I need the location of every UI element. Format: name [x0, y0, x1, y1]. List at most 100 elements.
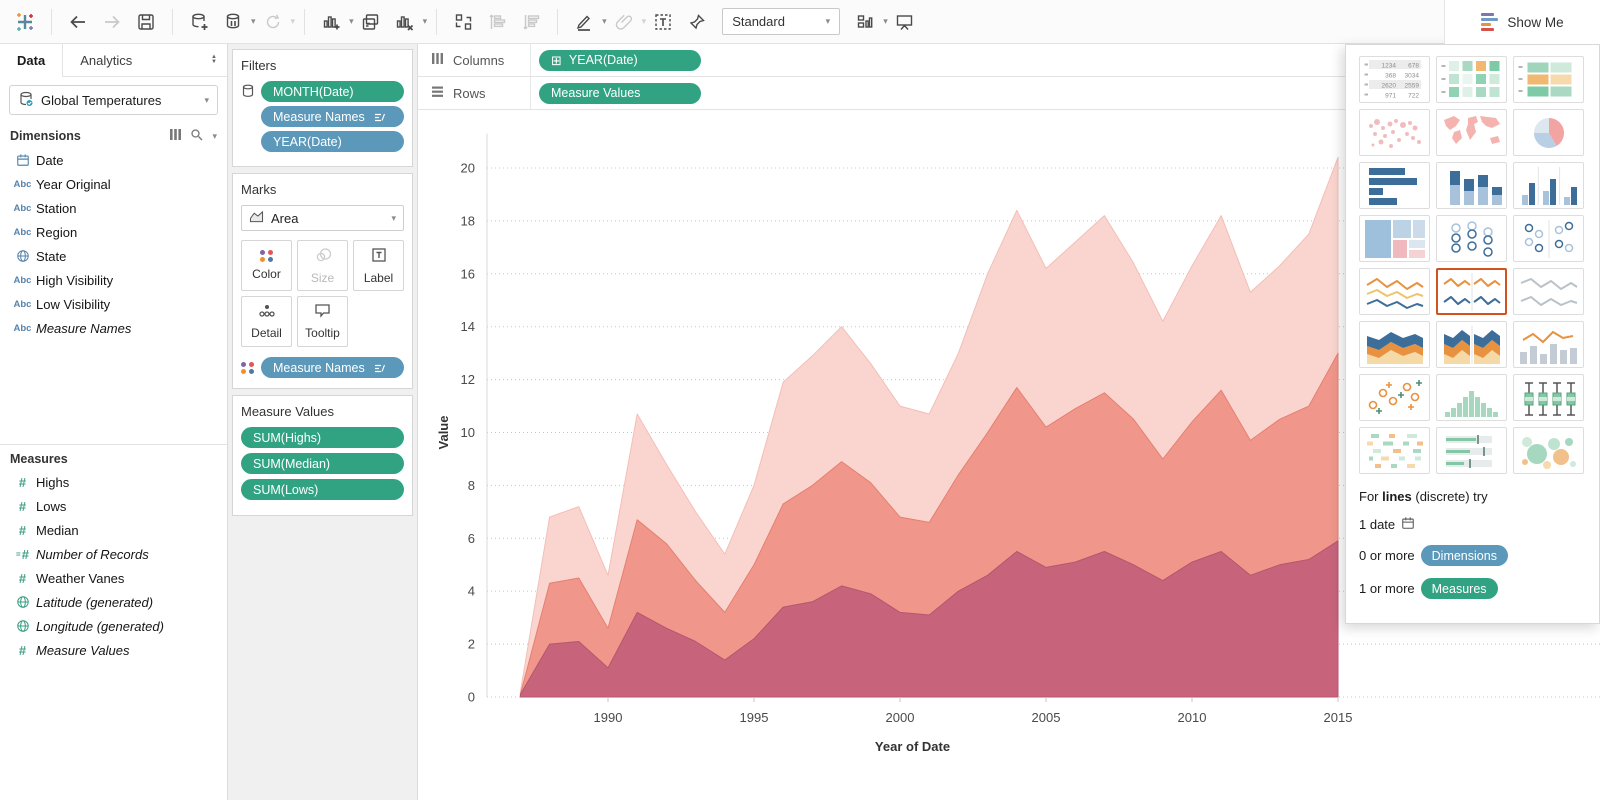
detail-button[interactable]: Detail	[241, 296, 292, 347]
show-mark-labels-button[interactable]	[648, 7, 678, 37]
pill-measure-values-rows[interactable]: Measure Values	[539, 83, 701, 104]
thumb-histogram[interactable]	[1436, 374, 1507, 421]
swap-rows-columns-button[interactable]	[448, 7, 478, 37]
pill-measure-names-color[interactable]: Measure Names	[261, 357, 404, 378]
run-update-button[interactable]	[258, 7, 288, 37]
run-update-caret[interactable]: ▾	[291, 16, 296, 27]
dimensions-menu-caret[interactable]: ▾	[212, 131, 217, 142]
thumb-area-continuous[interactable]	[1359, 321, 1430, 368]
pill-month-date[interactable]: MONTH(Date)	[261, 81, 404, 102]
pill-year-date-columns[interactable]: ⊞ YEAR(Date)	[539, 50, 701, 71]
fit-selector[interactable]: Standard ▾	[722, 8, 840, 35]
pill-sum-highs[interactable]: SUM(Highs)	[241, 427, 404, 448]
fix-axes-button[interactable]	[682, 7, 712, 37]
thumb-treemap[interactable]	[1359, 215, 1430, 262]
show-hide-cards-button[interactable]	[850, 7, 880, 37]
duplicate-sheet-button[interactable]	[356, 7, 386, 37]
field-low-visibility[interactable]: Abc Low Visibility	[0, 292, 227, 316]
color-button[interactable]: Color	[241, 240, 292, 291]
thumb-packed-bubbles[interactable]	[1513, 427, 1584, 474]
field-high-visibility[interactable]: Abc High Visibility	[0, 268, 227, 292]
svg-text:2559: 2559	[1404, 82, 1419, 89]
highlight-button[interactable]	[569, 7, 599, 37]
tableau-logo-icon[interactable]	[10, 7, 40, 37]
pane-splitter[interactable]	[0, 340, 227, 444]
datasource-selector[interactable]: Global Temperatures ▾	[9, 85, 218, 115]
thumb-horizontal-bars[interactable]	[1359, 162, 1430, 209]
save-button[interactable]	[131, 7, 161, 37]
thumb-filled-map[interactable]	[1436, 109, 1507, 156]
sort-ascending-button[interactable]	[482, 7, 512, 37]
field-lows[interactable]: # Lows	[0, 494, 227, 518]
thumb-box-and-whisker[interactable]	[1513, 374, 1584, 421]
redo-button[interactable]	[97, 7, 127, 37]
svg-text:1234: 1234	[1381, 62, 1396, 69]
mark-type-dropdown[interactable]: Area ▾	[241, 205, 404, 231]
field-weather-vanes[interactable]: # Weather Vanes	[0, 566, 227, 590]
field-latitude-generated[interactable]: Latitude (generated)	[0, 590, 227, 614]
pane-tabs: Data Analytics ▲▼	[0, 44, 227, 77]
thumb-pie-chart[interactable]	[1513, 109, 1584, 156]
pause-auto-updates-button[interactable]	[218, 7, 248, 37]
thumb-scatter-plot[interactable]	[1359, 374, 1430, 421]
new-data-source-button[interactable]	[184, 7, 214, 37]
field-measure-values[interactable]: # Measure Values	[0, 638, 227, 662]
thumb-lines-continuous[interactable]	[1359, 268, 1430, 315]
thumb-dual-combination[interactable]	[1513, 321, 1584, 368]
cards-column: Filters MONTH(Date) Measure Names YEAR(D…	[228, 44, 418, 800]
group-members-caret[interactable]: ▾	[642, 16, 647, 27]
label-button[interactable]: Label	[353, 240, 404, 291]
thumb-dual-lines[interactable]	[1513, 268, 1584, 315]
new-worksheet-caret[interactable]: ▾	[349, 16, 354, 27]
thumb-area-discrete[interactable]	[1436, 321, 1507, 368]
field-region[interactable]: Abc Region	[0, 220, 227, 244]
field-longitude-generated[interactable]: Longitude (generated)	[0, 614, 227, 638]
svg-text:3034: 3034	[1404, 72, 1419, 79]
view-as-grid-icon[interactable]	[169, 128, 182, 144]
clear-sheet-caret[interactable]: ▾	[423, 16, 428, 27]
field-year-original[interactable]: Abc Year Original	[0, 172, 227, 196]
field-station[interactable]: Abc Station	[0, 196, 227, 220]
size-button[interactable]: Size	[297, 240, 348, 291]
pill-measure-names-filter[interactable]: Measure Names	[261, 106, 404, 127]
show-me-button[interactable]: Show Me	[1444, 0, 1600, 44]
thumb-side-by-side-bars[interactable]	[1513, 162, 1584, 209]
clear-sheet-button[interactable]	[390, 7, 420, 37]
thumb-heat-map[interactable]	[1513, 56, 1584, 103]
new-worksheet-button[interactable]	[316, 7, 346, 37]
field-highs[interactable]: # Highs	[0, 470, 227, 494]
show-hide-cards-caret[interactable]: ▾	[883, 16, 888, 27]
thumb-circle-views[interactable]	[1436, 215, 1507, 262]
expand-plus-icon[interactable]: ⊞	[551, 54, 562, 67]
hash-icon: #	[9, 523, 36, 538]
thumb-lines-discrete[interactable]	[1436, 268, 1507, 315]
thumb-text-table[interactable]: 1234678368303426202559971722	[1359, 56, 1430, 103]
find-field-icon[interactable]	[190, 128, 203, 144]
thumb-stacked-bars[interactable]	[1436, 162, 1507, 209]
sort-descending-button[interactable]	[516, 7, 546, 37]
pill-year-date-filter[interactable]: YEAR(Date)	[261, 131, 404, 152]
undo-button[interactable]	[63, 7, 93, 37]
field-state[interactable]: State	[0, 244, 227, 268]
pill-sum-lows[interactable]: SUM(Lows)	[241, 479, 404, 500]
tab-data[interactable]: Data	[0, 44, 63, 77]
thumb-bullet-graph[interactable]	[1436, 427, 1507, 474]
pill-sum-median[interactable]: SUM(Median)	[241, 453, 404, 474]
pause-auto-updates-caret[interactable]: ▾	[251, 16, 256, 27]
presentation-mode-button[interactable]	[890, 7, 920, 37]
field-median[interactable]: # Median	[0, 518, 227, 542]
highlight-caret[interactable]: ▾	[602, 16, 607, 27]
tab-analytics[interactable]: Analytics	[63, 44, 201, 77]
pane-swap-icon[interactable]: ▲▼	[201, 44, 227, 77]
area-mark-icon	[249, 210, 264, 226]
field-number-of-records[interactable]: =# Number of Records	[0, 542, 227, 566]
thumb-symbol-map[interactable]	[1359, 109, 1430, 156]
thumb-gantt[interactable]	[1359, 427, 1430, 474]
thumb-side-by-side-circles[interactable]	[1513, 215, 1584, 262]
tooltip-button[interactable]: Tooltip	[297, 296, 348, 347]
thumb-highlight-table[interactable]	[1436, 56, 1507, 103]
svg-text:2620: 2620	[1381, 82, 1396, 89]
field-measure-names[interactable]: Abc Measure Names	[0, 316, 227, 340]
field-date[interactable]: Date	[0, 148, 227, 172]
group-members-button[interactable]	[609, 7, 639, 37]
